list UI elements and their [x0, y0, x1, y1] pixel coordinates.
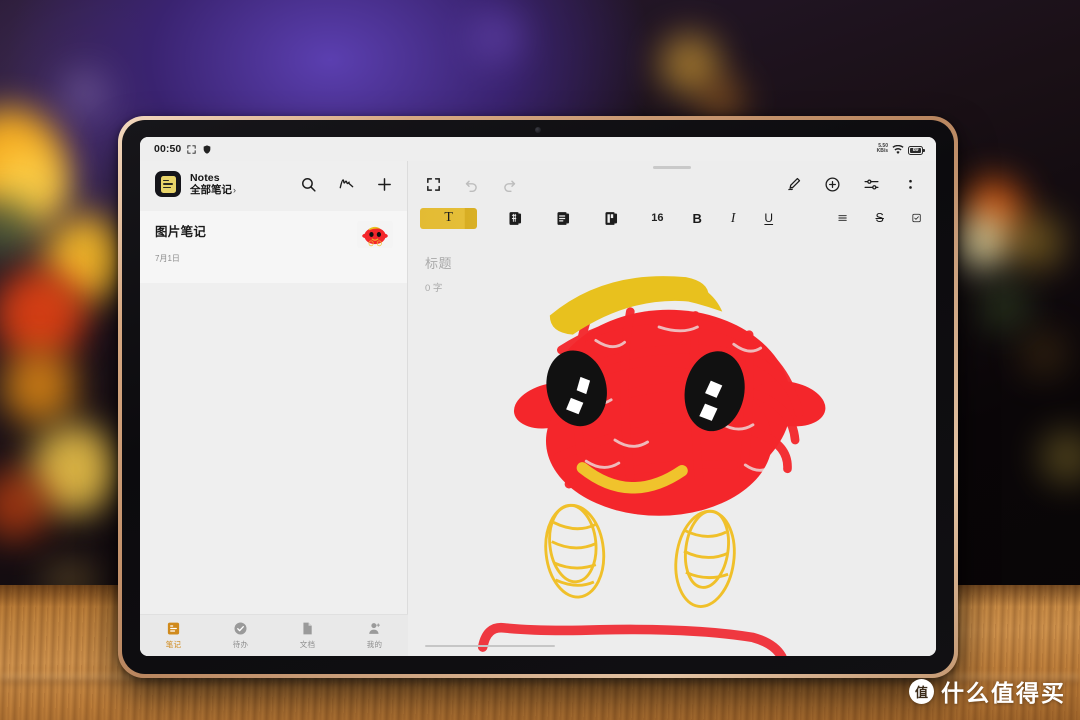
- sliders-icon[interactable]: [863, 176, 880, 193]
- bokeh-light: [1020, 330, 1068, 378]
- lined-note-tool[interactable]: [555, 210, 572, 227]
- note-title: 图片笔记: [155, 225, 207, 239]
- align-icon[interactable]: [837, 211, 848, 225]
- bokeh-light: [2, 350, 76, 424]
- bokeh-light: [952, 212, 1010, 270]
- notes-header-actions: [300, 176, 393, 193]
- expand-icon[interactable]: [425, 176, 442, 193]
- nav-item-notes[interactable]: 笔记: [140, 621, 207, 650]
- nav-item-mine[interactable]: 我的: [341, 621, 408, 650]
- notes-icon: [167, 622, 180, 635]
- search-icon[interactable]: [300, 176, 317, 193]
- scroll-indicator[interactable]: [425, 644, 555, 647]
- note-date: 7月1日: [155, 254, 180, 263]
- pane-drag-handle[interactable]: [653, 166, 691, 169]
- screenshot-icon: [187, 144, 196, 154]
- folder-label: 全部笔记: [190, 184, 232, 196]
- watermark: 值 什么值得买: [909, 674, 1066, 708]
- bokeh-light: [1008, 214, 1064, 270]
- shield-icon: [204, 144, 211, 154]
- tablet-bezel: 00:50 5.50 KB/s 89 Notes 全部笔记 › 图片笔记 7月1…: [122, 120, 954, 674]
- layout-note-icon: [605, 211, 618, 225]
- color-wheel-icon[interactable]: [800, 212, 810, 225]
- notes-list-header: Notes 全部笔记 ›: [140, 161, 407, 207]
- notes-list-pane: Notes 全部笔记 › 图片笔记 7月1日 笔记 待办 文档 我的: [140, 161, 408, 656]
- tablet-device: 00:50 5.50 KB/s 89 Notes 全部笔记 › 图片笔记 7月1…: [118, 116, 958, 678]
- note-title-input[interactable]: 标题: [408, 253, 936, 272]
- status-bar-right: 5.50 KB/s 89: [876, 143, 925, 155]
- lined-note-icon: [557, 211, 570, 225]
- nav-label-mine: 我的: [366, 640, 383, 649]
- strikethrough-button[interactable]: S: [876, 211, 884, 225]
- person-icon: [369, 623, 380, 634]
- watermark-text: 什么值得买: [941, 681, 1066, 707]
- nav-label-notes: 笔记: [165, 640, 182, 649]
- add-note-icon[interactable]: [376, 176, 393, 193]
- note-list: 图片笔记 7月1日: [140, 207, 407, 614]
- bokeh-light: [978, 280, 1030, 332]
- nav-item-documents[interactable]: 文档: [274, 621, 341, 650]
- redo-icon: [504, 180, 516, 192]
- word-count: 0 字: [425, 283, 443, 294]
- notes-app-glyph: [160, 175, 176, 193]
- note-card-top: 图片笔记 7月1日: [155, 221, 393, 264]
- folder-selector[interactable]: 全部笔记 ›: [190, 184, 236, 196]
- nav-label-todo: 待办: [232, 640, 249, 649]
- battery-icon: 89: [908, 145, 925, 155]
- nav-label-documents: 文档: [299, 640, 316, 649]
- grid-note-tool[interactable]: [507, 210, 524, 227]
- network-speed: 5.50 KB/s: [876, 143, 888, 155]
- format-toolbar: T 16 B I U S: [408, 201, 936, 235]
- checkbox-icon[interactable]: [911, 211, 922, 225]
- editor-toolbar-left: [425, 176, 518, 193]
- grid-note-icon: [509, 211, 522, 225]
- drawing-canvas: [477, 276, 826, 656]
- bokeh-light: [62, 70, 108, 116]
- undo-icon: [465, 180, 477, 192]
- note-editor-pane: T 16 B I U S 标题 0 字: [408, 161, 936, 656]
- app-name: Notes: [190, 171, 220, 184]
- network-speed-unit: KB/s: [876, 148, 888, 154]
- wifi-icon: [892, 144, 904, 154]
- more-vertical-icon[interactable]: [902, 176, 919, 193]
- status-bar-left: 00:50: [154, 143, 212, 155]
- text-tool-button[interactable]: T: [420, 207, 478, 229]
- front-camera: [535, 127, 541, 133]
- chevron-right-icon: ›: [233, 184, 236, 195]
- layout-note-tool[interactable]: [603, 210, 620, 227]
- editor-toolbar-right: [785, 176, 919, 193]
- status-time: 00:50: [154, 143, 182, 155]
- bokeh-light: [470, 10, 524, 64]
- status-bar: 00:50 5.50 KB/s 89: [140, 137, 936, 161]
- thumbnail-drawing: [357, 221, 393, 248]
- battery-percent: 89: [912, 147, 919, 153]
- italic-button[interactable]: I: [731, 210, 736, 226]
- bottom-navigation: 笔记 待办 文档 我的: [140, 614, 408, 656]
- pen-edit-icon[interactable]: [785, 176, 802, 193]
- notes-app-titles: Notes 全部笔记 ›: [190, 172, 236, 197]
- bold-button[interactable]: B: [693, 211, 702, 226]
- note-document-area[interactable]: 标题 0 字: [408, 235, 936, 656]
- note-text-block: 图片笔记 7月1日: [155, 221, 206, 264]
- split-view: Notes 全部笔记 › 图片笔记 7月1日 笔记 待办 文档 我的 T 16 …: [140, 161, 936, 656]
- note-thumbnail: [357, 221, 393, 248]
- nav-item-todo[interactable]: 待办: [207, 621, 274, 650]
- font-size-value[interactable]: 16: [650, 212, 664, 224]
- document-icon: [303, 622, 312, 635]
- handwriting-icon[interactable]: [338, 176, 355, 193]
- notes-app-icon: [155, 171, 181, 197]
- underline-button[interactable]: U: [764, 211, 773, 225]
- plus-circle-icon[interactable]: [824, 176, 841, 193]
- check-circle-icon: [234, 622, 247, 635]
- tablet-screen: 00:50 5.50 KB/s 89 Notes 全部笔记 › 图片笔记 7月1…: [140, 137, 936, 656]
- watermark-badge: 值: [909, 678, 934, 704]
- list-item[interactable]: 图片笔记 7月1日: [140, 211, 407, 283]
